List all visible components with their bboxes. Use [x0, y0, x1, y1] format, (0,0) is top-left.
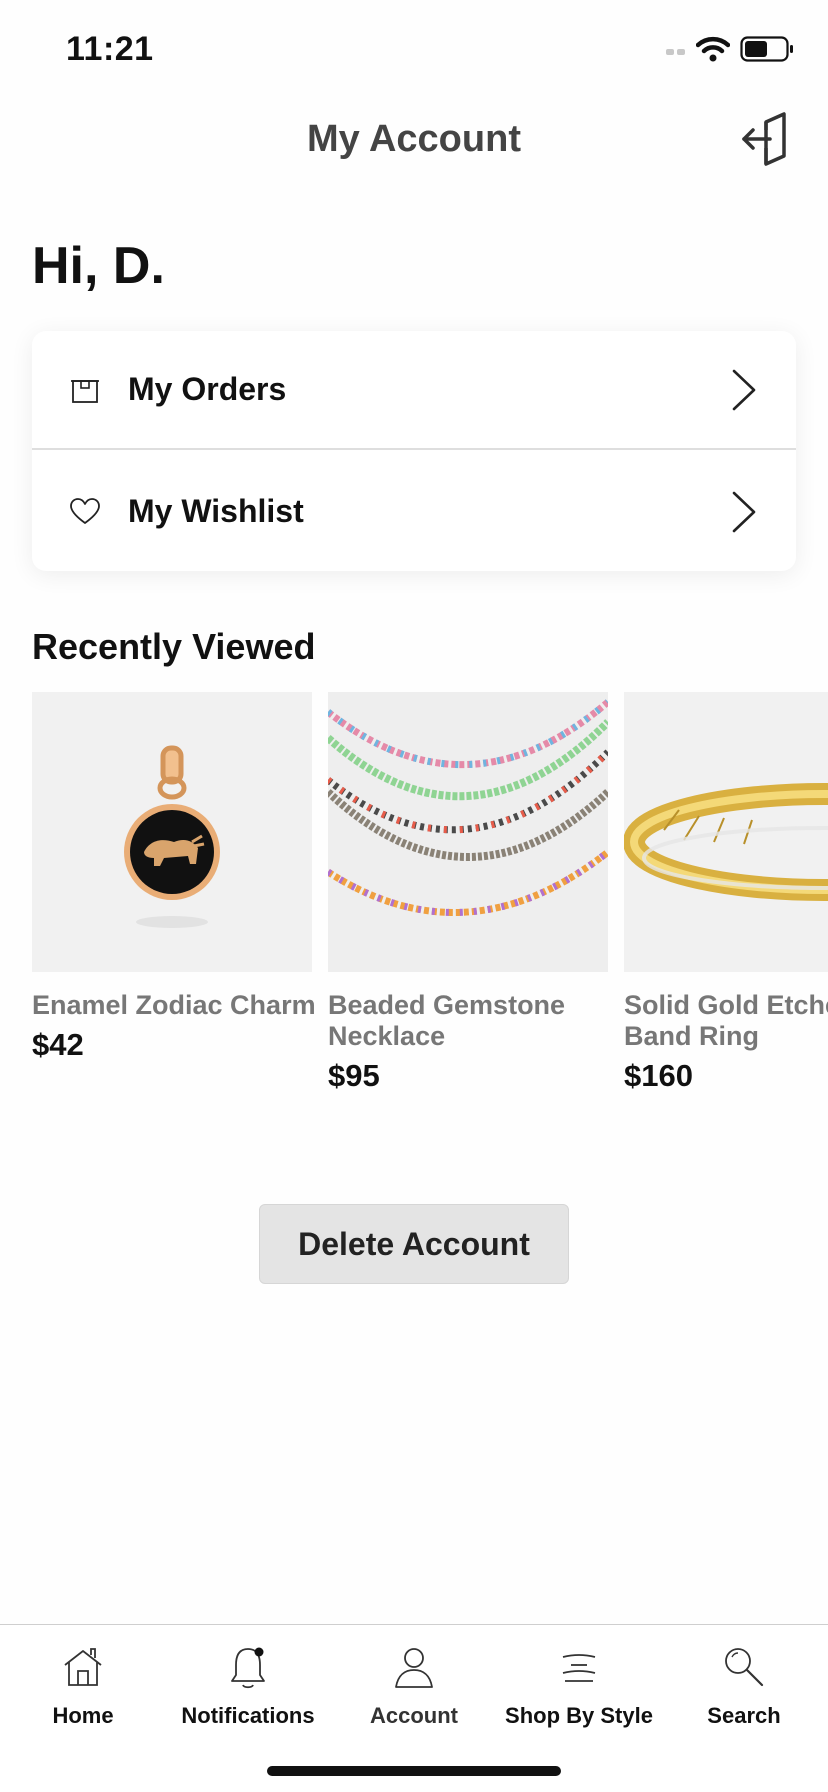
tab-search[interactable]: Search: [661, 1643, 827, 1743]
delete-account-button[interactable]: Delete Account: [259, 1204, 569, 1284]
battery-icon: [740, 36, 793, 62]
logout-icon: [742, 112, 786, 166]
product-name: Beaded Gemstone Necklace: [328, 990, 566, 1051]
my-wishlist-label: My Wishlist: [128, 493, 304, 529]
product-image: [624, 692, 828, 972]
chevron-right-icon: [732, 491, 756, 532]
recently-viewed-title: Recently Viewed: [32, 626, 316, 667]
signal-icon: [666, 49, 685, 55]
tab-notifications[interactable]: Notifications: [165, 1643, 331, 1743]
logout-button[interactable]: [736, 110, 792, 166]
tab-search-label: Search: [707, 1703, 781, 1728]
product-image: [328, 692, 608, 972]
bell-icon: [231, 1647, 265, 1689]
style-lines-icon: [562, 1654, 596, 1682]
tab-notifications-label: Notifications: [181, 1703, 315, 1728]
tab-shop-by-style-label: Shop By Style: [505, 1703, 653, 1728]
chevron-right-icon: [732, 369, 756, 410]
greeting: Hi, D.: [32, 237, 165, 295]
product-card[interactable]: Enamel Zodiac Charm $42: [32, 692, 316, 1063]
status-icons: [666, 36, 794, 62]
nav-header: My Account: [0, 100, 828, 180]
product-name: Enamel Zodiac Charm: [32, 990, 316, 1020]
status-time: 11:21: [66, 30, 154, 68]
recently-viewed-carousel[interactable]: Enamel Zodiac Charm $42 Beaded Gemstone …: [0, 692, 828, 1112]
home-indicator: [267, 1766, 561, 1776]
tab-account[interactable]: Account: [331, 1643, 497, 1743]
tab-shop-by-style[interactable]: Shop By Style: [496, 1643, 662, 1743]
product-price: $42: [32, 1027, 84, 1062]
my-orders-row[interactable]: My Orders: [32, 331, 796, 450]
product-card[interactable]: Beaded Gemstone Necklace $95: [328, 692, 608, 1094]
heart-icon: [70, 497, 100, 524]
tab-home-label: Home: [52, 1703, 114, 1728]
my-orders-label: My Orders: [128, 371, 287, 407]
tab-account-label: Account: [370, 1703, 458, 1728]
my-wishlist-row[interactable]: My Wishlist: [32, 452, 796, 571]
user-icon: [395, 1648, 433, 1688]
box-icon: [71, 379, 99, 403]
tab-home[interactable]: Home: [0, 1643, 166, 1743]
product-card[interactable]: Solid Gold Etched Band Ring $160: [624, 692, 828, 1094]
status-bar: 11:21: [0, 0, 828, 100]
product-image: [32, 692, 312, 972]
account-menu: My Orders My Wishlist: [32, 331, 796, 571]
search-icon: [725, 1648, 764, 1687]
product-name: Solid Gold Etched Band Ring: [624, 990, 828, 1051]
product-price: $160: [624, 1058, 693, 1093]
product-price: $95: [328, 1058, 380, 1093]
wifi-icon: [696, 36, 730, 62]
page-title: My Account: [307, 118, 521, 160]
home-icon: [64, 1648, 102, 1686]
